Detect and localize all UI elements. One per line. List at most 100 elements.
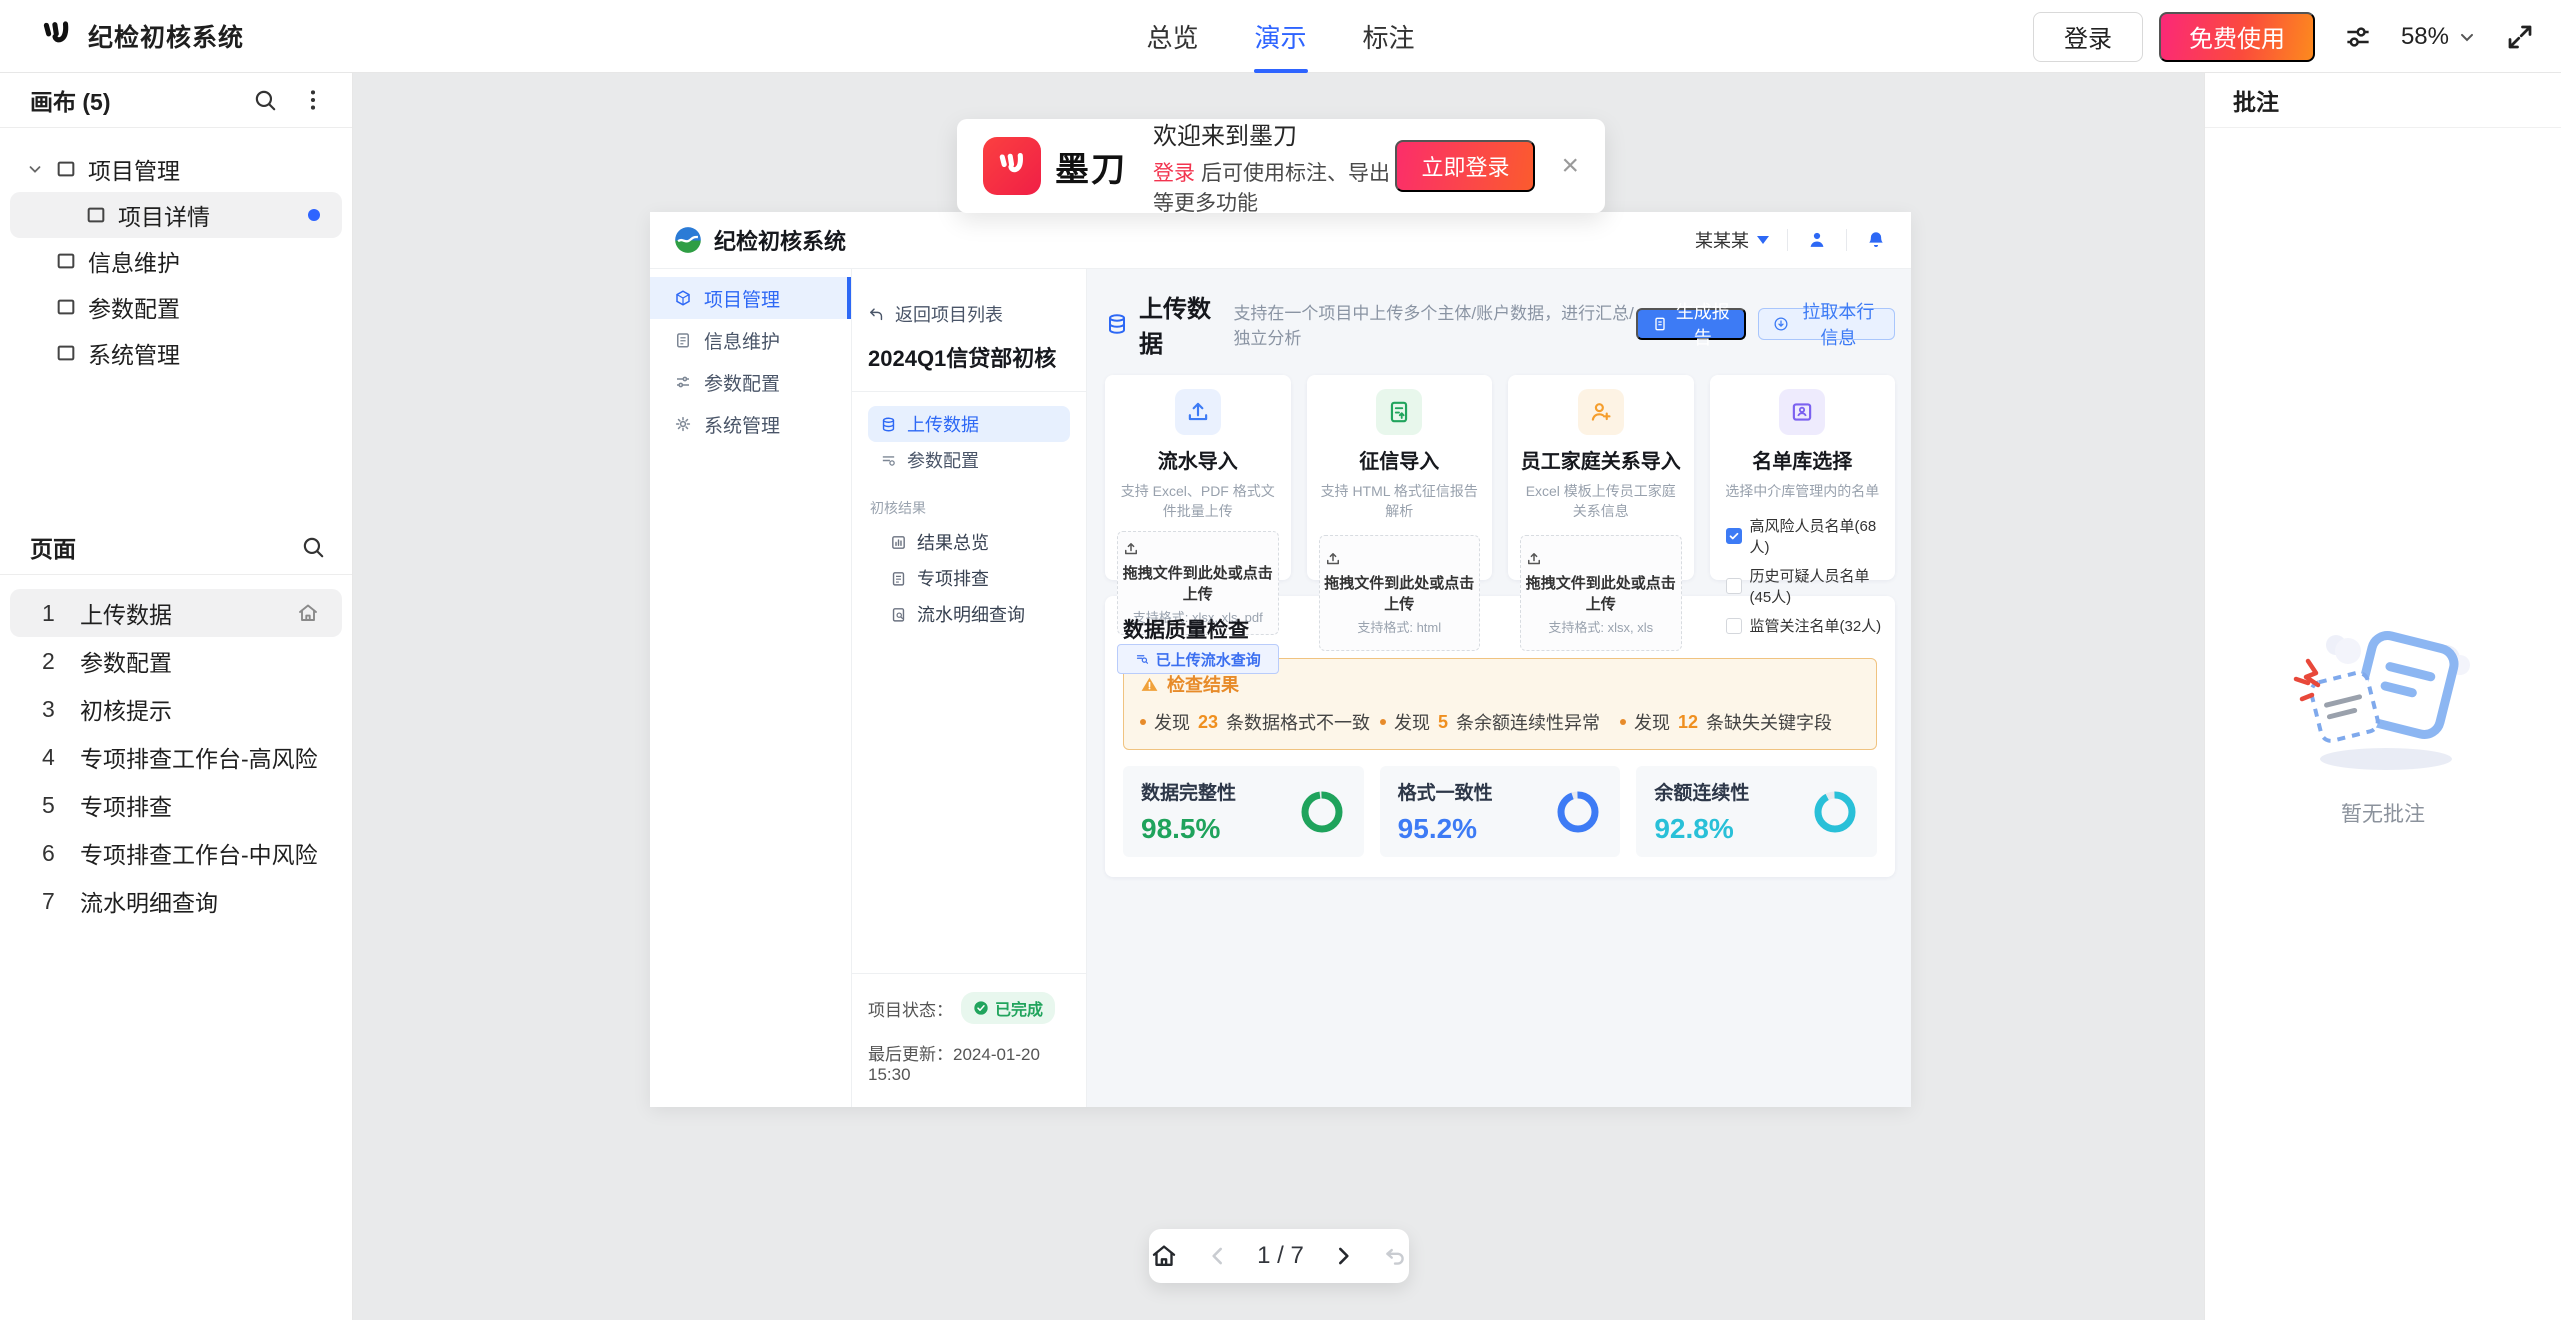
- metric-value: 95.2%: [1398, 813, 1493, 845]
- tab-annotate[interactable]: 标注: [1363, 0, 1415, 73]
- frame-icon: [55, 296, 77, 318]
- page-number: 3: [42, 696, 55, 723]
- checkbox-history-suspect-list[interactable]: 历史可疑人员名单(45人): [1726, 565, 1884, 607]
- page-item-1[interactable]: 1 上传数据: [10, 589, 342, 637]
- tree-item-parameter-config[interactable]: 参数配置: [0, 284, 352, 330]
- preview-nav-info-maintenance[interactable]: 信息维护: [650, 319, 851, 361]
- checkbox-unchecked-icon[interactable]: [1726, 578, 1742, 594]
- upload-icon: [1175, 389, 1221, 435]
- database-icon: [1105, 312, 1129, 336]
- tab-overview[interactable]: 总览: [1146, 0, 1198, 73]
- upload-icon: [1122, 540, 1274, 558]
- card-family-relation-import: 员工家庭关系导入 Excel 模板上传员工家庭关系信息 拖拽文件到此处或点击上传…: [1508, 375, 1694, 580]
- generate-report-button[interactable]: 生成报告: [1636, 308, 1746, 340]
- annotation-panel: 批注 暂无批注: [2204, 73, 2561, 1320]
- panel-special-check[interactable]: 专项排查: [868, 560, 1070, 596]
- upload-data-page: 上传数据 支持在一个项目中上传多个主体/账户数据，进行汇总/独立分析 生成报告: [1087, 269, 1911, 1107]
- free-use-button[interactable]: 免费使用: [2159, 12, 2315, 62]
- settings-sliders-icon[interactable]: [2343, 22, 2373, 52]
- result-label: 流水明细查询: [917, 601, 1025, 627]
- tree-item-project-management[interactable]: 项目管理: [0, 146, 352, 192]
- cube-icon: [674, 289, 692, 307]
- more-kebab-icon[interactable]: [300, 87, 326, 113]
- page-item-5[interactable]: 5 专项排查: [10, 781, 342, 829]
- checkbox-high-risk-list[interactable]: 高风险人员名单(68人): [1726, 515, 1884, 557]
- prev-page-icon[interactable]: [1205, 1243, 1231, 1269]
- page-number: 4: [42, 744, 55, 771]
- home-icon[interactable]: [1149, 1241, 1179, 1271]
- page-item-2[interactable]: 2 参数配置: [10, 637, 342, 685]
- card-desc: 选择中介库管理内的名单: [1722, 481, 1884, 501]
- finding-item: 发现 23 条数据格式不一致: [1140, 709, 1380, 735]
- uploaded-flow-query-button[interactable]: 已上传流水查询: [1117, 644, 1279, 674]
- tree-item-project-detail[interactable]: 项目详情: [10, 192, 342, 238]
- tree-item-info-maintenance[interactable]: 信息维护: [0, 238, 352, 284]
- sliders-gear-icon: [880, 452, 897, 469]
- preview-app-header: 纪检初核系统 某某某: [650, 212, 1911, 269]
- user-menu[interactable]: 某某某: [1695, 227, 1769, 253]
- checkbox-checked-icon[interactable]: [1726, 528, 1742, 544]
- fullscreen-icon[interactable]: [2505, 22, 2535, 52]
- file-dropzone[interactable]: 拖拽文件到此处或点击上传 支持格式: html: [1319, 535, 1481, 651]
- login-button[interactable]: 登录: [2033, 12, 2143, 62]
- preview-nav-parameter-config[interactable]: 参数配置: [650, 361, 851, 403]
- canvas-header-title: 画布 (5): [30, 83, 252, 117]
- next-page-icon[interactable]: [1330, 1243, 1356, 1269]
- page-title: 上传数据: [1139, 289, 1221, 359]
- document-list-icon: [890, 570, 907, 587]
- search-icon[interactable]: [300, 534, 326, 560]
- back-to-project-list[interactable]: 返回项目列表: [868, 301, 1070, 327]
- checkbox-unchecked-icon[interactable]: [1726, 618, 1742, 634]
- bell-icon[interactable]: [1865, 229, 1887, 251]
- panel-flow-detail-query[interactable]: 流水明细查询: [868, 596, 1070, 632]
- banner-login-link[interactable]: 登录: [1153, 162, 1195, 185]
- current-canvas-dot: [308, 209, 320, 221]
- divider: [852, 391, 1086, 392]
- metric-data-completeness: 数据完整性 98.5%: [1123, 766, 1364, 857]
- tree-item-system-management[interactable]: 系统管理: [0, 330, 352, 376]
- banner-subtitle: 登录后可使用标注、导出等更多功能: [1153, 157, 1395, 217]
- finding-item: 发现 12 条缺失关键字段: [1620, 709, 1860, 735]
- canvas-area: 墨刀 欢迎来到墨刀 登录后可使用标注、导出等更多功能 立即登录 × 纪检初核系统…: [353, 73, 2204, 1320]
- finding-count: 12: [1678, 712, 1698, 733]
- zoom-level: 58%: [2401, 23, 2449, 51]
- pull-bank-info-button[interactable]: 拉取本行信息: [1758, 308, 1895, 340]
- file-dropzone[interactable]: 拖拽文件到此处或点击上传 支持格式: xlsx, xls: [1520, 535, 1682, 651]
- document-search-icon: [890, 606, 907, 623]
- search-icon[interactable]: [252, 87, 278, 113]
- bank-logo-icon: [674, 226, 702, 254]
- panel-result-overview[interactable]: 结果总览: [868, 524, 1070, 560]
- restart-icon[interactable]: [1382, 1243, 1408, 1269]
- page-item-4[interactable]: 4 专项排查工作台-高风险: [10, 733, 342, 781]
- chevron-down-icon[interactable]: [26, 160, 44, 178]
- tree-item-label: 项目管理: [88, 152, 180, 186]
- nav-label: 系统管理: [704, 411, 780, 438]
- tab-present[interactable]: 演示: [1254, 0, 1306, 73]
- welcome-banner: 墨刀 欢迎来到墨刀 登录后可使用标注、导出等更多功能 立即登录 ×: [957, 119, 1605, 213]
- preview-nav-project-management[interactable]: 项目管理: [650, 277, 851, 319]
- chevron-down-icon: [2457, 27, 2477, 47]
- finding-count: 23: [1198, 712, 1218, 733]
- user-icon[interactable]: [1806, 229, 1828, 251]
- design-artboard[interactable]: 纪检初核系统 某某某: [650, 212, 1911, 1107]
- page-item-6[interactable]: 6 专项排查工作台-中风险: [10, 829, 342, 877]
- menu-label: 参数配置: [907, 447, 979, 473]
- preview-nav-system-management[interactable]: 系统管理: [650, 403, 851, 445]
- panel-menu-upload-data[interactable]: 上传数据: [868, 406, 1070, 442]
- close-icon[interactable]: ×: [1561, 151, 1579, 181]
- nav-label: 项目管理: [704, 285, 780, 312]
- presentation-nav: 1 / 7: [1149, 1229, 1409, 1283]
- card-list-library-select: 名单库选择 选择中介库管理内的名单 高风险人员名单(68人): [1710, 375, 1896, 580]
- login-now-button[interactable]: 立即登录: [1395, 140, 1535, 192]
- card-desc: 支持 HTML 格式征信报告解析: [1319, 481, 1481, 521]
- zoom-control[interactable]: 58%: [2401, 23, 2477, 51]
- card-title: 流水导入: [1117, 445, 1279, 474]
- progress-ring: [1298, 788, 1346, 836]
- page-item-7[interactable]: 7 流水明细查询: [10, 877, 342, 925]
- panel-menu-parameter-config[interactable]: 参数配置: [868, 442, 1070, 478]
- progress-ring: [1554, 788, 1602, 836]
- checkbox-regulator-watch-list[interactable]: 监管关注名单(32人): [1726, 615, 1884, 636]
- mockingbot-logo-icon: [40, 19, 74, 53]
- tree-item-label: 参数配置: [88, 290, 180, 324]
- page-item-3[interactable]: 3 初核提示: [10, 685, 342, 733]
